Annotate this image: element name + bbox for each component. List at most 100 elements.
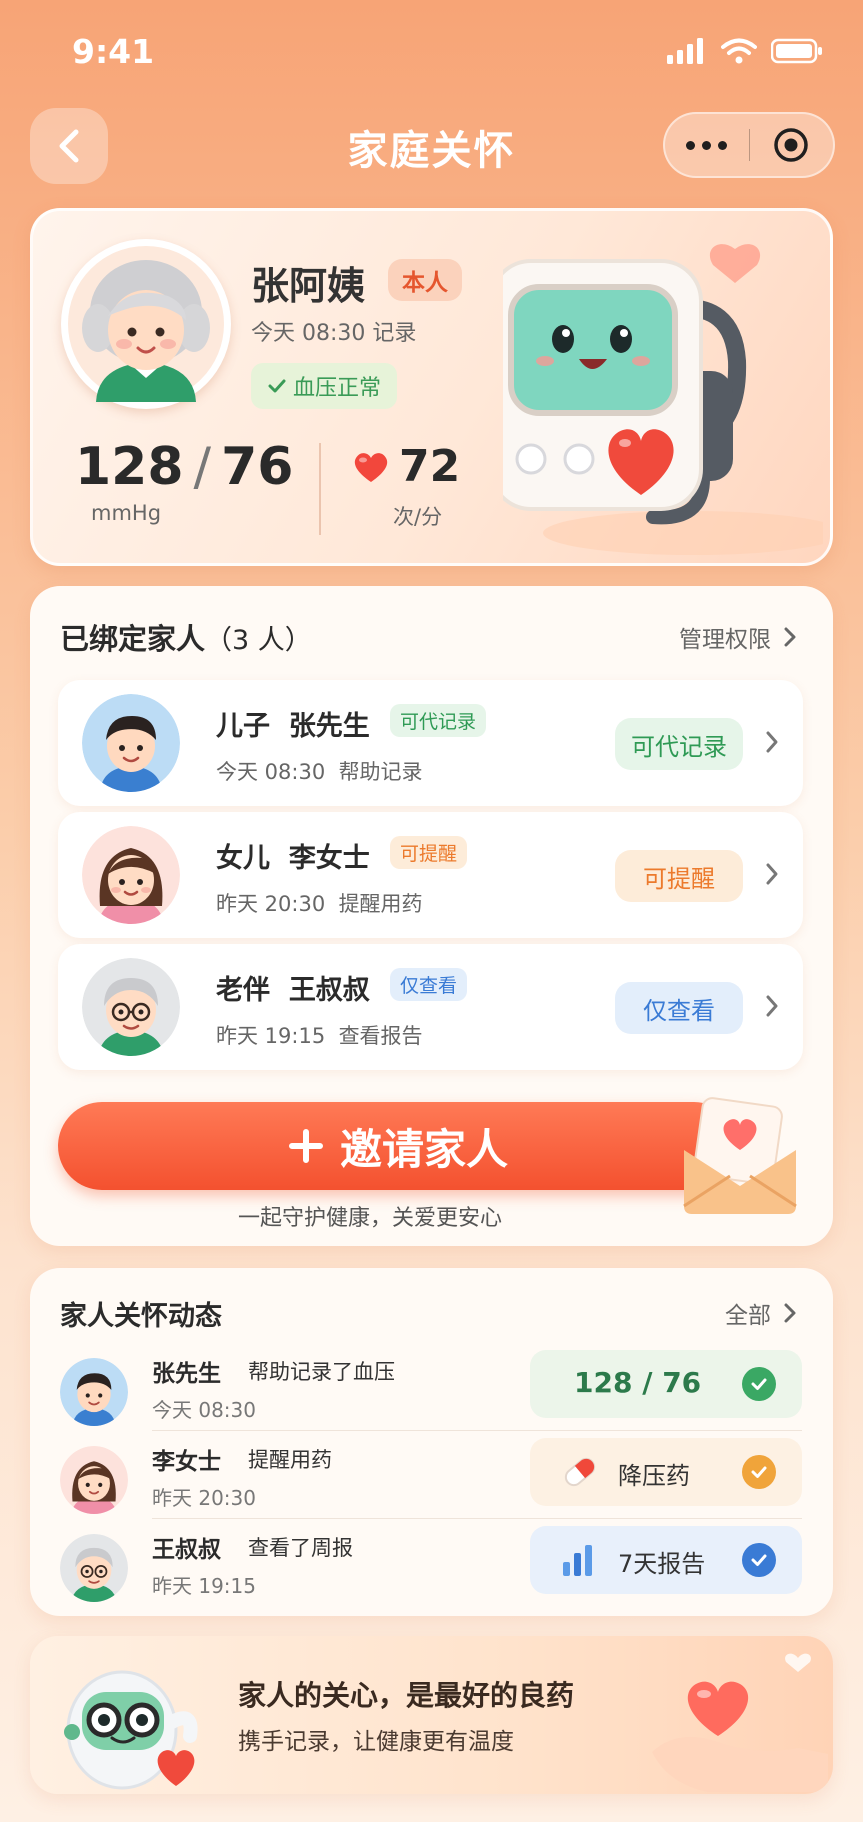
check-icon [268, 379, 286, 393]
member-tag: 可代记录 [390, 704, 487, 737]
pill-systolic: 128 [574, 1366, 633, 1399]
member-relation: 女儿 [216, 843, 270, 874]
member-relation: 老伴 [216, 975, 270, 1006]
manage-label: 管理权限 [679, 627, 771, 653]
permission-button[interactable]: 可提醒 [615, 850, 743, 902]
permission-button[interactable]: 可代记录 [615, 718, 743, 770]
activity-item[interactable]: 王叔叔 查看了周报 昨天 19:15 7天报告 [30, 1526, 833, 1614]
member-activity: 昨天 19:15 查看报告 [216, 1020, 423, 1050]
record-time: 今天 08:30 记录 [251, 321, 417, 346]
status-text: 血压正常 [293, 376, 382, 401]
battery-icon [771, 38, 822, 64]
member-tag: 可提醒 [390, 836, 468, 869]
activity-card: 家人关怀动态 全部 张先生 帮助记录了血压 今天 08:30 128 / 76 [30, 1268, 833, 1616]
bar-chart-icon [563, 1545, 592, 1576]
all-label: 全部 [725, 1303, 771, 1329]
more-button[interactable] [665, 140, 749, 150]
avatar [82, 958, 180, 1056]
activity-time: 今天 08:30 [152, 1398, 256, 1422]
member-action: 提醒用药 [338, 892, 423, 916]
chevron-right-icon [766, 863, 778, 885]
systolic-value: 128 [75, 437, 184, 497]
avatar [60, 1358, 128, 1426]
avatar [82, 826, 180, 924]
family-count: （3 人） [205, 625, 312, 656]
member-time: 昨天 19:15 [216, 1024, 326, 1048]
signal-icon [667, 38, 703, 64]
family-member-row[interactable]: 女儿 李女士 可提醒 昨天 20:30 提醒用药 可提醒 [58, 812, 803, 938]
activity-action: 查看了周报 [248, 1536, 353, 1560]
chevron-right-icon [784, 1303, 796, 1323]
activity-title: 家人关怀动态 [60, 1301, 222, 1332]
status-time: 9:41 [72, 32, 155, 71]
bp-unit: mmHg [91, 501, 162, 525]
banner-title: 家人的关心，是最好的良药 [238, 1679, 575, 1712]
robot-mascot-icon [64, 1670, 198, 1790]
family-member-row[interactable]: 儿子 张先生 可代记录 今天 08:30 帮助记录 可代记录 [58, 680, 803, 806]
member-activity: 今天 08:30 帮助记录 [216, 756, 423, 786]
member-activity: 昨天 20:30 提醒用药 [216, 888, 423, 918]
target-icon [774, 128, 808, 162]
activity-name: 王叔叔 [152, 1537, 221, 1563]
wifi-icon [721, 38, 757, 64]
chevron-right-icon [766, 731, 778, 753]
check-circle-icon [742, 1367, 776, 1401]
diastolic-value: 76 [221, 437, 294, 497]
avatar [60, 1534, 128, 1602]
family-title: 已绑定家人（3 人） [60, 616, 312, 658]
bp-result-pill: 128 / 76 [530, 1350, 802, 1418]
report-pill: 7天报告 [530, 1526, 802, 1594]
member-name: 女儿 李女士 [216, 836, 370, 875]
check-circle-icon [742, 1455, 776, 1489]
chevron-right-icon [766, 995, 778, 1017]
hr-unit: 次/分 [393, 505, 443, 529]
member-tag: 仅查看 [390, 968, 468, 1001]
envelope-icon [683, 1097, 797, 1214]
activity-time: 昨天 19:15 [152, 1574, 256, 1598]
activity-item[interactable]: 李女士 提醒用药 昨天 20:30 降压药 [30, 1438, 833, 1526]
medication-pill: 降压药 [530, 1438, 802, 1506]
mini-program-capsule [663, 112, 835, 178]
manage-permissions-link[interactable]: 管理权限 [679, 620, 797, 654]
member-time: 今天 08:30 [216, 760, 326, 784]
status-badge: 血压正常 [251, 363, 398, 409]
heart-rate-number: 72 [399, 441, 461, 492]
activity-action: 提醒用药 [248, 1448, 332, 1472]
member-name: 老伴 王叔叔 [216, 968, 370, 1007]
pill-text: 7天报告 [618, 1550, 706, 1578]
banner-subtitle: 携手记录，让健康更有温度 [238, 1729, 514, 1755]
activity-name: 张先生 [152, 1361, 221, 1387]
member-full-name: 张先生 [288, 711, 370, 742]
member-name: 儿子 张先生 [216, 704, 370, 743]
member-action: 查看报告 [338, 1024, 423, 1048]
pill-icon [564, 1457, 596, 1487]
avatar [61, 239, 231, 409]
profile-card: 张阿姨 本人 今天 08:30 记录 血压正常 128/76 mmHg 72 次… [30, 208, 833, 566]
check-circle-icon [742, 1543, 776, 1577]
invite-family-button[interactable]: 邀请家人 [58, 1102, 738, 1190]
self-badge: 本人 [388, 259, 462, 301]
bp-monitor-mascot [503, 244, 823, 555]
member-time: 昨天 20:30 [216, 892, 326, 916]
member-full-name: 李女士 [288, 843, 370, 874]
permission-button[interactable]: 仅查看 [615, 982, 743, 1034]
pill-diastolic: 76 [662, 1366, 702, 1399]
close-button[interactable] [749, 126, 833, 164]
member-action: 帮助记录 [338, 760, 423, 784]
invite-label: 邀请家人 [339, 1124, 508, 1174]
activity-action: 帮助记录了血压 [248, 1360, 395, 1384]
heart-icon [354, 452, 388, 482]
activity-time: 昨天 20:30 [152, 1486, 256, 1510]
heart-rate-value: 72 [353, 441, 460, 492]
activity-item[interactable]: 张先生 帮助记录了血压 今天 08:30 128 / 76 [30, 1350, 833, 1438]
family-title-text: 已绑定家人 [60, 622, 206, 656]
chevron-right-icon [784, 627, 796, 647]
member-relation: 儿子 [216, 711, 270, 742]
plus-icon [288, 1129, 323, 1163]
care-banner[interactable]: 家人的关心，是最好的良药 携手记录，让健康更有温度 [30, 1636, 833, 1794]
invite-subtitle: 一起守护健康，关爱更安心 [237, 1206, 502, 1231]
blood-pressure-value: 128/76 [75, 437, 294, 497]
pill-text: 降压药 [618, 1462, 690, 1490]
view-all-link[interactable]: 全部 [725, 1296, 797, 1330]
family-member-row[interactable]: 老伴 王叔叔 仅查看 昨天 19:15 查看报告 仅查看 [58, 944, 803, 1070]
